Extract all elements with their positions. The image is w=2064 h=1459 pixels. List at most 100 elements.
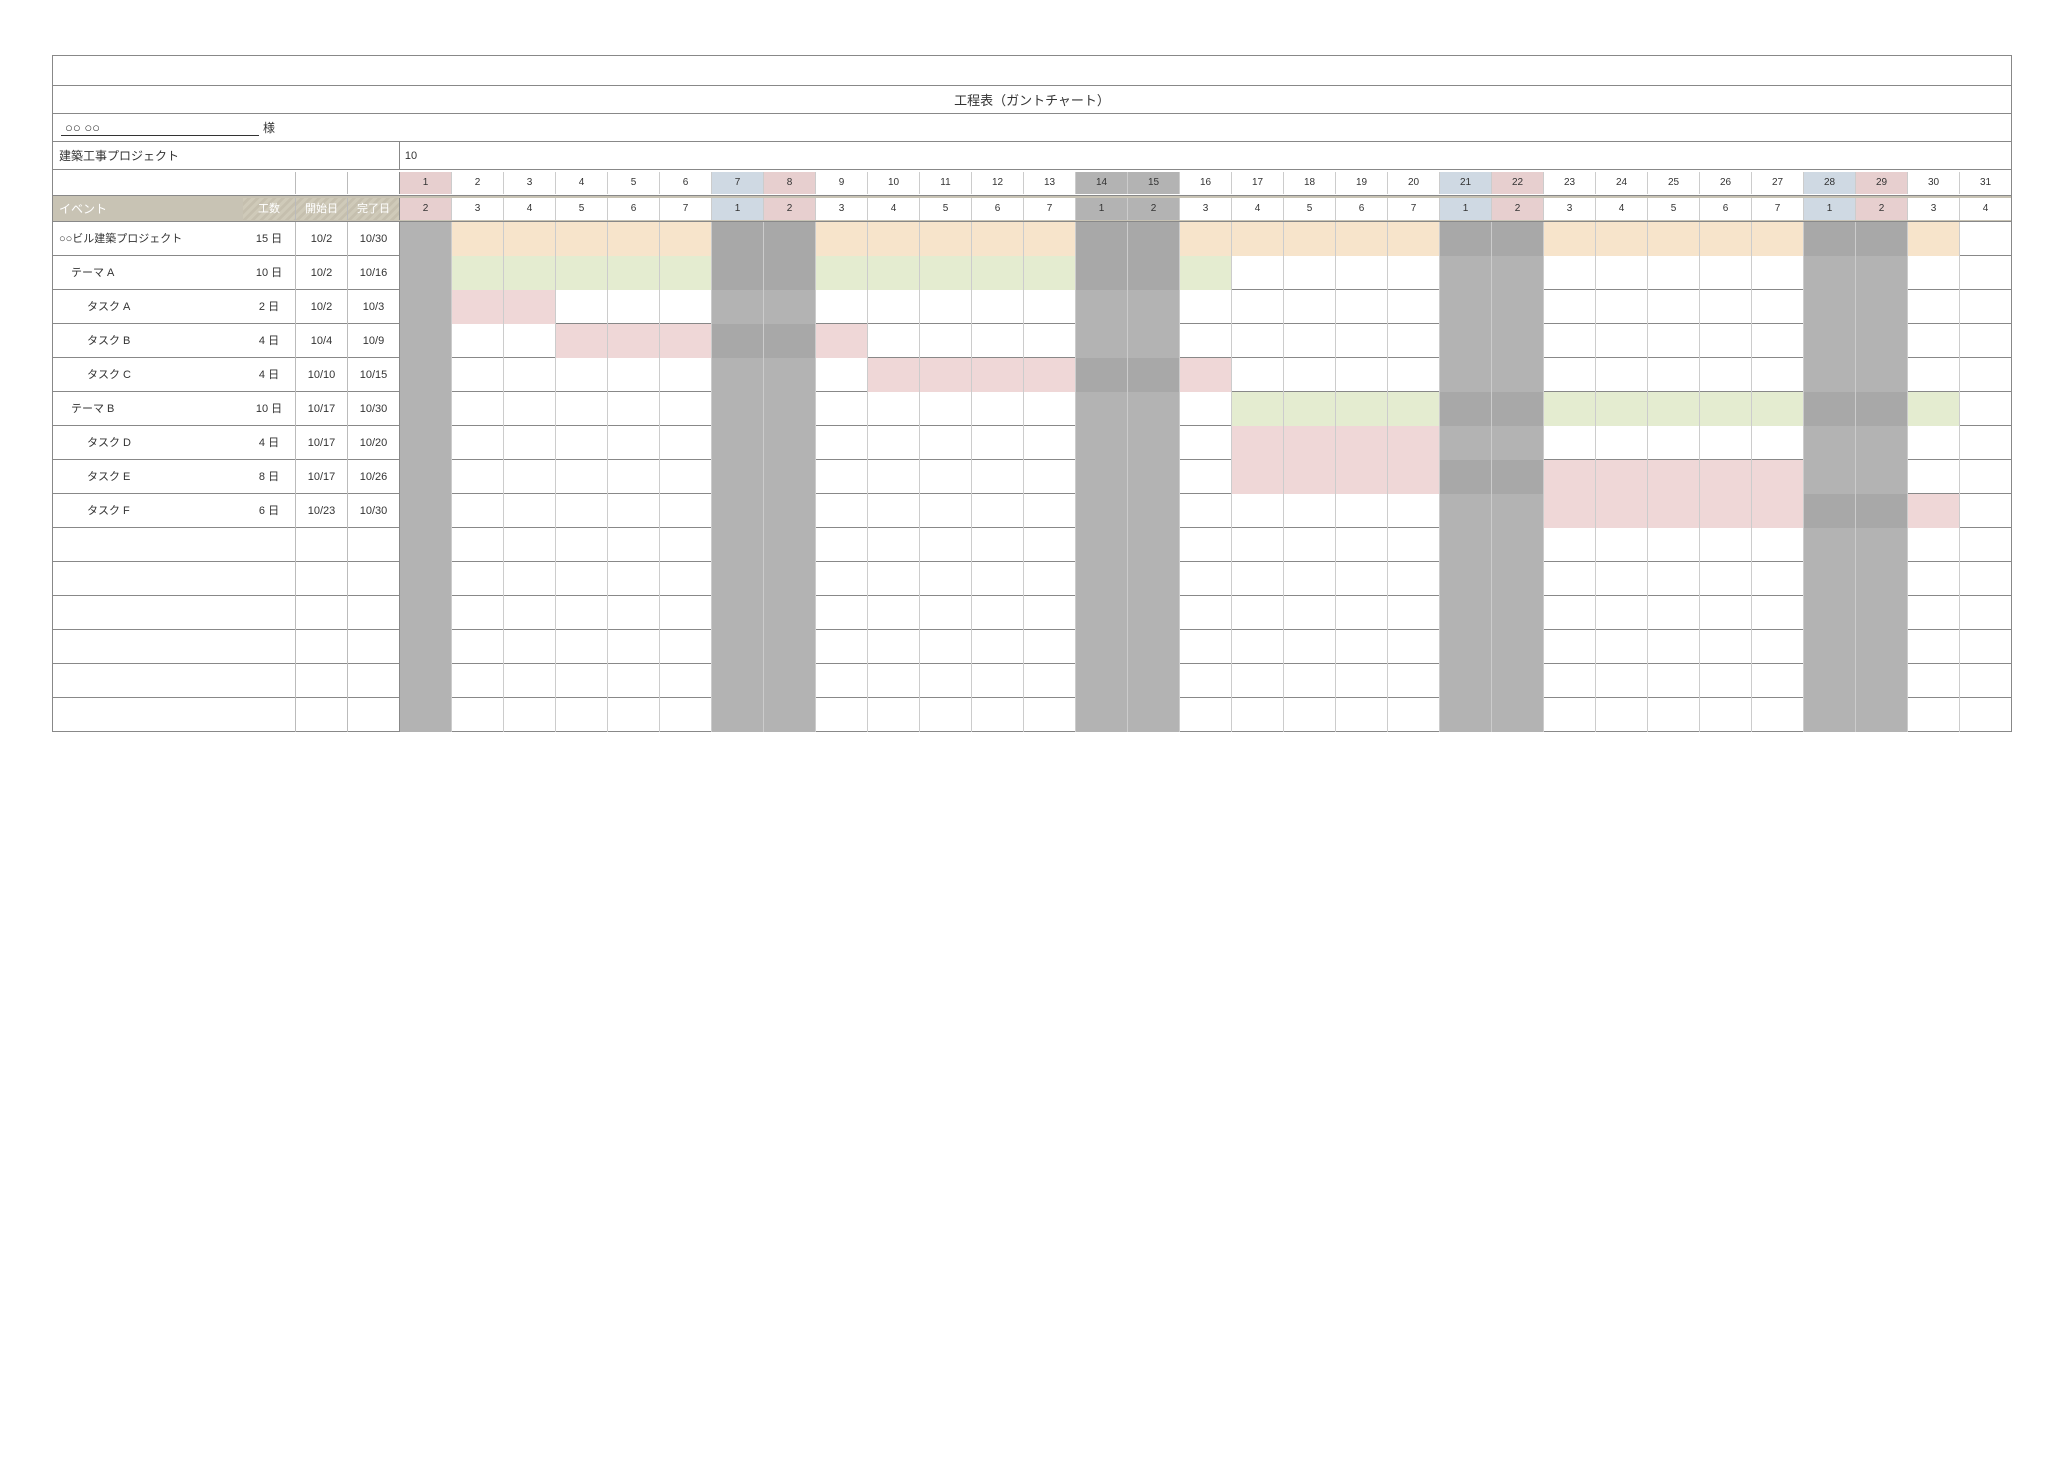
gantt-bar-cell	[555, 256, 607, 290]
gantt-cell	[503, 324, 555, 358]
gantt-cell	[971, 562, 1023, 596]
task-dur: 6 日	[243, 494, 295, 528]
dow-header-cell: 7	[1387, 198, 1439, 220]
gantt-cell	[1855, 290, 1907, 324]
task-dur	[243, 664, 295, 698]
task-dur: 4 日	[243, 426, 295, 460]
task-row: タスク A2 日10/210/3	[53, 290, 2011, 324]
date-header-cell: 10	[867, 172, 919, 194]
gantt-cell	[1335, 290, 1387, 324]
gantt-cell	[1335, 562, 1387, 596]
gantt-cell	[1127, 324, 1179, 358]
date-header-cell: 28	[1803, 172, 1855, 194]
gantt-cell	[1231, 290, 1283, 324]
gantt-bar-cell	[867, 222, 919, 256]
gantt-bar-cell	[1387, 392, 1439, 426]
gantt-cell	[1803, 256, 1855, 290]
gantt-cell	[451, 596, 503, 630]
gantt-cell	[711, 358, 763, 392]
task-start	[295, 664, 347, 698]
gantt-cell	[1855, 426, 1907, 460]
task-dur	[243, 528, 295, 562]
gantt-cell	[1283, 324, 1335, 358]
gantt-cell	[1699, 256, 1751, 290]
gantt-cell	[503, 664, 555, 698]
task-start: 10/23	[295, 494, 347, 528]
gantt-bar-cell	[1335, 460, 1387, 494]
task-start: 10/17	[295, 392, 347, 426]
dow-header-cell: 1	[1803, 198, 1855, 220]
gantt-container: 工程表（ガントチャート） ○○ ○○ 様 建築工事プロジェクト 10 12345…	[52, 55, 2012, 732]
page-title: 工程表（ガントチャート）	[954, 90, 1110, 109]
dow-header-cell: 5	[919, 198, 971, 220]
date-header-cell: 8	[763, 172, 815, 194]
gantt-cell	[1751, 630, 1803, 664]
gantt-cell	[1335, 256, 1387, 290]
gantt-cell	[1023, 290, 1075, 324]
gantt-cell	[1179, 392, 1231, 426]
gantt-cell	[1543, 426, 1595, 460]
gantt-cell	[1127, 392, 1179, 426]
gantt-cell	[1231, 324, 1283, 358]
gantt-cell	[1907, 630, 1959, 664]
gantt-cell	[607, 596, 659, 630]
gantt-cell	[503, 562, 555, 596]
gantt-cell	[607, 562, 659, 596]
gantt-cell	[1075, 392, 1127, 426]
gantt-bar-cell	[1543, 392, 1595, 426]
gantt-bar-cell	[1283, 426, 1335, 460]
date-header-cell: 11	[919, 172, 971, 194]
gantt-bar-cell	[503, 222, 555, 256]
gantt-cell	[399, 324, 451, 358]
task-end: 10/30	[347, 494, 399, 528]
task-dur: 2 日	[243, 290, 295, 324]
task-name	[53, 528, 243, 562]
gantt-cell	[815, 698, 867, 732]
gantt-cell	[867, 528, 919, 562]
gantt-cell	[1075, 426, 1127, 460]
gantt-cell	[815, 358, 867, 392]
gantt-cell	[1647, 630, 1699, 664]
gantt-cell	[711, 494, 763, 528]
gantt-cell	[607, 290, 659, 324]
gantt-bar-cell	[659, 222, 711, 256]
gantt-cell	[399, 460, 451, 494]
gantt-cell	[659, 698, 711, 732]
gantt-cell	[919, 392, 971, 426]
gantt-cell	[1127, 528, 1179, 562]
date-header-cell: 29	[1855, 172, 1907, 194]
gantt-cell	[1959, 494, 2011, 528]
gantt-cell	[1959, 664, 2011, 698]
gantt-cell	[971, 460, 1023, 494]
gantt-cell	[1959, 596, 2011, 630]
gantt-cell	[1439, 290, 1491, 324]
gantt-cell	[451, 664, 503, 698]
gantt-cell	[1803, 528, 1855, 562]
dow-header-cell: 7	[1023, 198, 1075, 220]
gantt-cell	[1179, 324, 1231, 358]
gantt-cell	[711, 460, 763, 494]
gantt-cell	[1491, 290, 1543, 324]
gantt-cell	[659, 562, 711, 596]
gantt-cell	[1179, 562, 1231, 596]
gantt-bar-cell	[1335, 392, 1387, 426]
gantt-bar-cell	[1491, 460, 1543, 494]
gantt-cell	[1387, 664, 1439, 698]
gantt-bar-cell	[1907, 494, 1959, 528]
gantt-bar-cell	[763, 256, 815, 290]
col-end-header: 完了日	[347, 198, 399, 220]
date-header-cell: 20	[1387, 172, 1439, 194]
task-start	[295, 562, 347, 596]
gantt-cell	[1491, 256, 1543, 290]
gantt-cell	[1647, 596, 1699, 630]
task-name: テーマ A	[53, 256, 243, 290]
column-header-row: イベント 工数 開始日 完了日 234567123456712345671234…	[53, 196, 2011, 222]
gantt-cell	[555, 698, 607, 732]
gantt-cell	[1543, 290, 1595, 324]
gantt-cell	[1179, 290, 1231, 324]
gantt-cell	[1179, 664, 1231, 698]
task-name: タスク A	[53, 290, 243, 324]
gantt-cell	[971, 664, 1023, 698]
gantt-cell	[763, 494, 815, 528]
gantt-cell	[1127, 630, 1179, 664]
